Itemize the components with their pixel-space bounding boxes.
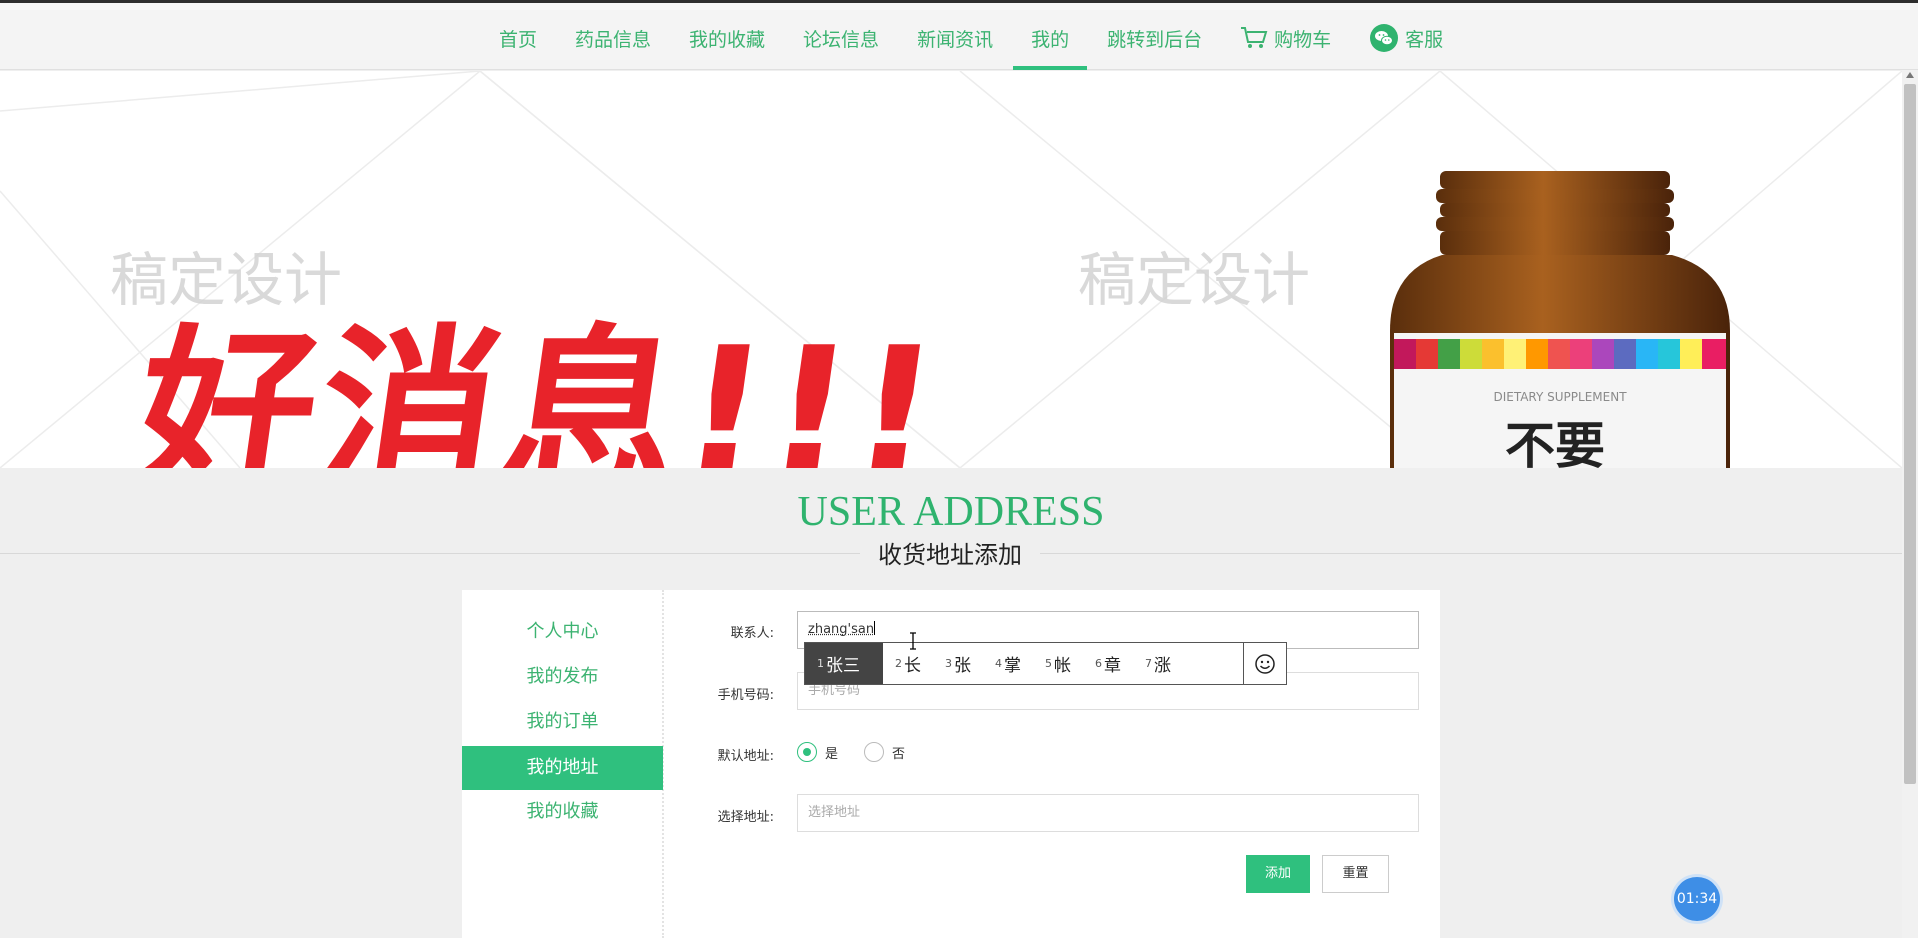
section-title: USER ADDRESS	[797, 489, 1105, 535]
sidemenu-item-profile[interactable]: 个人中心	[462, 610, 663, 654]
nav-home[interactable]: 首页	[499, 6, 537, 70]
default-address-label: 默认地址:	[717, 749, 774, 764]
default-yes-radio[interactable]: 是	[797, 742, 838, 762]
phone-input-placeholder: 手机号码	[808, 683, 861, 698]
address-select-label: 选择地址:	[717, 810, 774, 825]
scroll-up-arrow-icon[interactable]	[1906, 72, 1914, 78]
nav-favorites[interactable]: 我的收藏	[689, 6, 765, 70]
nav-news[interactable]: 新闻资讯	[917, 6, 993, 70]
page-scrollbar[interactable]	[1902, 70, 1918, 938]
banner-headline: 好消息!!!	[123, 309, 954, 468]
address-select-placeholder: 选择地址	[808, 805, 861, 820]
floating-timer-badge[interactable]: 01:34	[1674, 877, 1720, 921]
bottle-label-small: DIETARY SUPPLEMENT	[1493, 390, 1627, 404]
radio-checked-icon[interactable]	[797, 742, 817, 762]
sidemenu-item-orders[interactable]: 我的订单	[462, 700, 663, 744]
nav-customer-service[interactable]: 客服	[1369, 6, 1443, 70]
nav-forum[interactable]: 论坛信息	[803, 6, 879, 70]
promo-banner[interactable]: 稿定设计 稿定设计 好消息!!! DIETARY SUPPLEMENT 不要	[0, 71, 1902, 468]
ime-candidate-popup: 1 张三 2长 3张 4掌 5帐 6章 7涨	[804, 642, 1287, 685]
ime-candidate-7[interactable]: 7涨	[1133, 643, 1183, 684]
main-nav: 首页 药品信息 我的收藏 论坛信息 新闻资讯 我的 跳转到后台 购物车 客服	[480, 6, 1462, 70]
sidemenu-item-posts[interactable]: 我的发布	[462, 655, 663, 699]
ime-candidate-6[interactable]: 6章	[1083, 643, 1133, 684]
reset-button[interactable]: 重置	[1322, 855, 1389, 893]
ime-emoji-button[interactable]	[1243, 643, 1286, 684]
nav-cart[interactable]: 购物车	[1240, 6, 1331, 70]
nav-mine[interactable]: 我的	[1013, 6, 1088, 70]
add-button[interactable]: 添加	[1246, 855, 1310, 893]
default-no-radio[interactable]: 否	[864, 742, 905, 762]
sidemenu-item-address[interactable]: 我的地址	[462, 746, 663, 790]
section-subtitle: 收货地址添加	[860, 538, 1040, 572]
top-navbar: 首页 药品信息 我的收藏 论坛信息 新闻资讯 我的 跳转到后台 购物车 客服	[0, 0, 1918, 70]
contact-label: 联系人:	[730, 626, 774, 641]
user-sidemenu: 个人中心 我的发布 我的订单 我的地址 我的收藏	[462, 590, 664, 938]
cart-icon	[1241, 27, 1268, 48]
bottle-label-big: 不要	[1505, 417, 1605, 468]
text-caret	[874, 621, 876, 635]
sidemenu-item-favorites[interactable]: 我的收藏	[462, 790, 663, 834]
wechat-icon	[1370, 24, 1399, 52]
ime-candidate-5[interactable]: 5帐	[1033, 643, 1083, 684]
scrollbar-thumb[interactable]	[1904, 84, 1916, 784]
radio-unchecked-icon[interactable]	[864, 742, 884, 762]
text-cursor-icon	[910, 632, 916, 650]
phone-label: 手机号码:	[717, 688, 774, 703]
ime-candidate-3[interactable]: 3张	[933, 643, 983, 684]
ime-candidate-1[interactable]: 1 张三	[805, 643, 883, 684]
nav-backend[interactable]: 跳转到后台	[1107, 6, 1202, 70]
banner-watermark-right: 稿定设计	[1078, 246, 1311, 314]
ime-candidate-4[interactable]: 4掌	[983, 643, 1033, 684]
default-no-label: 否	[892, 746, 906, 762]
smiley-icon	[1255, 653, 1275, 674]
default-yes-label: 是	[825, 746, 839, 762]
address-select-input[interactable]: 选择地址	[797, 794, 1419, 832]
contact-input-value: zhang'san	[808, 622, 875, 637]
nav-medicine-info[interactable]: 药品信息	[575, 6, 651, 70]
supplement-bottle-image: DIETARY SUPPLEMENT 不要	[1390, 171, 1730, 468]
